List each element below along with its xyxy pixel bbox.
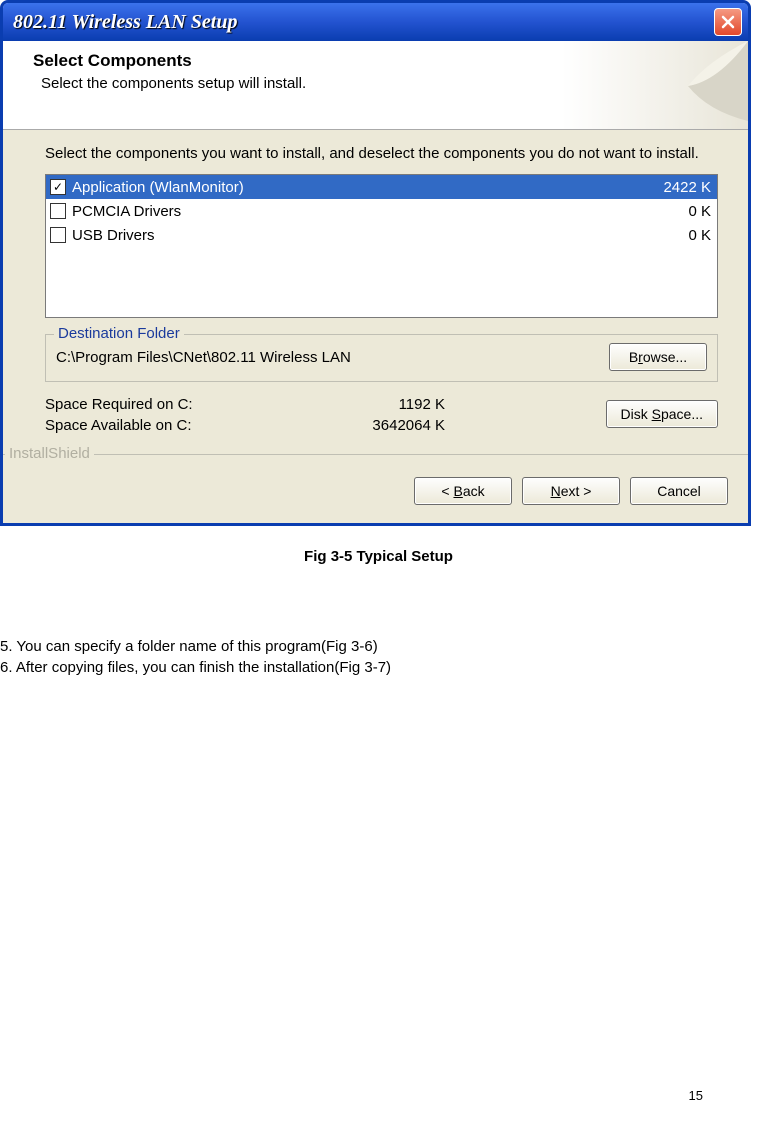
space-info: Space Required on C: 1192 K Space Availa… (45, 396, 718, 438)
destination-legend: Destination Folder (54, 325, 184, 342)
window-title: 802.11 Wireless LAN Setup (13, 11, 237, 34)
close-button[interactable] (714, 8, 742, 36)
doc-line: 6. After copying files, you can finish t… (0, 658, 757, 678)
component-size: 2422 K (663, 179, 711, 196)
space-required-value: 1192 K (325, 396, 445, 413)
instruction-text: Select the components you want to instal… (45, 144, 718, 164)
component-name: Application (WlanMonitor) (72, 179, 244, 196)
component-row[interactable]: PCMCIA Drivers 0 K (46, 199, 717, 223)
cancel-button[interactable]: Cancel (630, 477, 728, 505)
figure-caption: Fig 3-5 Typical Setup (0, 548, 757, 565)
back-button[interactable]: < Back (414, 477, 512, 505)
component-row[interactable]: USB Drivers 0 K (46, 223, 717, 247)
components-listbox[interactable]: Application (WlanMonitor) 2422 K PCMCIA … (45, 174, 718, 318)
doc-line: 5. You can specify a folder name of this… (0, 637, 757, 657)
body-panel: Select the components you want to instal… (3, 130, 748, 446)
destination-fieldset: Destination Folder C:\Program Files\CNet… (45, 334, 718, 382)
page-curl-icon (668, 41, 748, 121)
destination-path: C:\Program Files\CNet\802.11 Wireless LA… (56, 349, 351, 366)
document-text: 5. You can specify a folder name of this… (0, 637, 757, 678)
footer-brand: InstallShield (5, 445, 94, 462)
checkbox-icon[interactable] (50, 203, 66, 219)
installer-dialog: 802.11 Wireless LAN Setup Select Compone… (0, 0, 751, 526)
disk-space-button[interactable]: Disk Space... (606, 400, 719, 428)
close-icon (721, 15, 735, 29)
next-button[interactable]: Next > (522, 477, 620, 505)
titlebar[interactable]: 802.11 Wireless LAN Setup (3, 3, 748, 41)
header-title: Select Components (33, 51, 734, 71)
component-size: 0 K (688, 227, 711, 244)
component-size: 0 K (688, 203, 711, 220)
footer-panel: InstallShield < Back Next > Cancel (3, 454, 748, 523)
component-name: PCMCIA Drivers (72, 203, 181, 220)
component-name: USB Drivers (72, 227, 155, 244)
space-available-label: Space Available on C: (45, 417, 325, 434)
page-number: 15 (689, 1088, 703, 1103)
checkbox-icon[interactable] (50, 179, 66, 195)
component-row[interactable]: Application (WlanMonitor) 2422 K (46, 175, 717, 199)
space-available-value: 3642064 K (325, 417, 445, 434)
header-panel: Select Components Select the components … (3, 41, 748, 130)
header-subtitle: Select the components setup will install… (41, 75, 734, 92)
checkbox-icon[interactable] (50, 227, 66, 243)
browse-button[interactable]: Browse... (609, 343, 707, 371)
space-required-label: Space Required on C: (45, 396, 325, 413)
